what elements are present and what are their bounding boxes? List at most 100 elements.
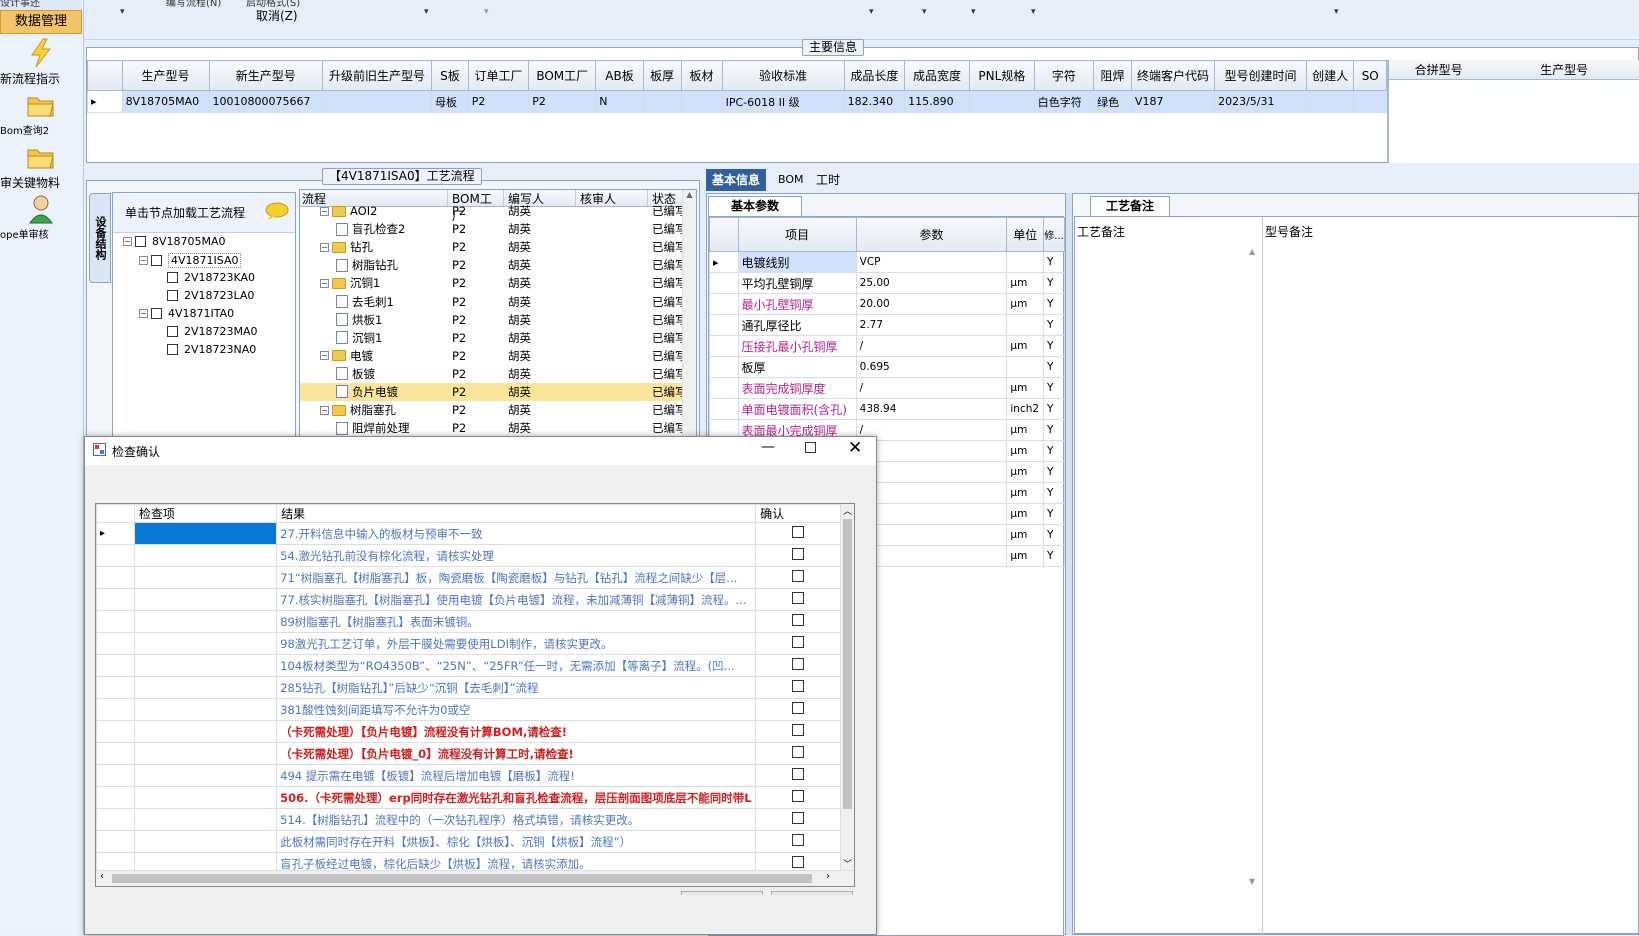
tree-checkbox[interactable] — [151, 255, 162, 266]
param-row[interactable]: 压接孔最小孔铜厚 / μm Y — [709, 335, 1065, 357]
main-info-cell-17[interactable] — [1305, 90, 1355, 113]
check-item-cell[interactable] — [133, 522, 278, 545]
collapse-icon[interactable]: − — [320, 242, 329, 252]
collapse-icon[interactable]: − — [320, 405, 329, 415]
confirm-checkbox[interactable] — [792, 614, 805, 626]
main-info-col-12[interactable]: PNL规格 — [968, 60, 1035, 91]
check-item-cell[interactable] — [133, 698, 278, 721]
confirm-checkbox[interactable] — [792, 658, 805, 670]
check-row[interactable]: 71“树脂塞孔【树脂塞孔】板，陶瓷磨板【陶瓷磨板】与钻孔【钻孔】流程之间缺少【层… — [96, 566, 841, 589]
tree-node[interactable]: − 4V1871ITA0 — [139, 307, 234, 320]
check-row[interactable]: （卡死需处理）【负片电镀_0】流程没有计算工时,请检查! — [96, 742, 841, 765]
check-item-cell[interactable] — [133, 610, 278, 633]
check-confirm-cell[interactable] — [755, 610, 841, 633]
main-info-cell-6[interactable]: N — [595, 90, 644, 113]
tab-basic-params[interactable]: 基本参数 — [708, 196, 802, 216]
confirm-checkbox[interactable] — [792, 570, 805, 582]
tree-checkbox[interactable] — [135, 236, 146, 247]
process-row[interactable]: 沉铜1 P2 胡英 已编写 — [300, 329, 696, 347]
param-value[interactable]: / — [855, 377, 1008, 399]
main-info-cell-15[interactable]: V187 — [1130, 90, 1216, 113]
check-confirm-cell[interactable] — [755, 786, 841, 809]
check-row[interactable]: 285钻孔【树脂钻孔】”后缺少“沉铜【去毛刺】”流程 — [96, 676, 841, 699]
process-row[interactable]: 负片电镀 P2 胡英 已编写 — [300, 382, 696, 402]
scroll-up-icon[interactable]: ︿ — [841, 504, 854, 517]
check-confirm-cell[interactable] — [755, 544, 841, 567]
tree-node[interactable]: 2V18723NA0 — [155, 343, 256, 356]
process-row[interactable]: 阻焊前处理 P2 胡英 已编写 — [300, 419, 696, 437]
scroll-down-icon[interactable]: ﹀ — [841, 857, 854, 870]
tree-node[interactable]: − 4V1871ISA0 — [139, 253, 242, 268]
param-value[interactable] — [855, 503, 1008, 525]
confirm-checkbox[interactable] — [792, 812, 805, 824]
chevron-down-icon[interactable]: ▾ — [424, 7, 429, 17]
check-confirm-cell[interactable] — [755, 698, 841, 721]
toolbar-edit-process[interactable]: 编写流程(N) — [166, 0, 221, 9]
sidebar-item-bom-query[interactable]: Bom查询2 — [0, 88, 82, 137]
collapse-icon[interactable]: − — [123, 237, 132, 246]
confirm-checkbox[interactable] — [792, 548, 805, 560]
check-item-cell[interactable] — [133, 654, 278, 677]
tree-node[interactable]: 2V18723KA0 — [155, 271, 255, 284]
check-confirm-cell[interactable] — [755, 588, 841, 611]
scroll-thumb[interactable] — [843, 519, 852, 809]
main-info-cell-12[interactable] — [968, 90, 1035, 113]
hscroll-thumb[interactable] — [112, 874, 812, 883]
check-confirm-cell[interactable] — [755, 566, 841, 589]
chevron-down-icon[interactable]: ▾ — [1334, 7, 1339, 17]
main-info-col-6[interactable]: AB板 — [595, 60, 644, 91]
chevron-down-icon[interactable]: ▾ — [922, 7, 927, 17]
main-info-col-5[interactable]: BOM工厂 — [528, 60, 597, 91]
param-value[interactable] — [855, 524, 1008, 546]
check-horizontal-scrollbar[interactable]: ‹ › — [96, 870, 854, 886]
tree-checkbox[interactable] — [167, 326, 178, 337]
main-info-col-3[interactable]: S板 — [431, 60, 469, 91]
param-value[interactable]: / — [855, 419, 1008, 441]
param-value[interactable]: 0 — [855, 440, 1008, 462]
check-confirm-cell[interactable] — [755, 632, 841, 655]
param-value[interactable]: VCP — [855, 251, 1008, 273]
param-value[interactable]: 0.695 — [855, 356, 1008, 378]
check-item-cell[interactable] — [133, 588, 278, 611]
tree-node[interactable]: 2V18723MA0 — [155, 325, 258, 338]
check-item-cell[interactable] — [133, 808, 278, 831]
check-row[interactable]: 514.【树脂钻孔】流程中的（一次钻孔程序）格式填错，请核实更改。 — [96, 808, 841, 831]
main-info-cell-16[interactable]: 2023/5/31 — [1214, 90, 1307, 113]
close-icon[interactable]: ✕ — [848, 438, 862, 458]
tree-checkbox[interactable] — [167, 344, 178, 355]
tab-bom[interactable]: BOM — [772, 169, 810, 191]
scroll-right-icon[interactable]: › — [826, 871, 830, 882]
check-confirm-cell[interactable] — [755, 654, 841, 677]
check-item-cell[interactable] — [133, 632, 278, 655]
main-info-cell-0[interactable]: 8V18705MA0 — [121, 90, 210, 113]
check-row[interactable]: 77.核实树脂塞孔【树脂塞孔】使用电镀【负片电镀】流程，未加减薄铜【减薄铜】流程… — [96, 588, 841, 611]
process-row[interactable]: 去毛刺1 P2 胡英 已编写 — [300, 292, 696, 310]
param-value[interactable]: 438.94 — [855, 398, 1008, 420]
process-row[interactable]: − 树脂塞孔 P2 胡英 已编写 — [300, 401, 696, 419]
chevron-down-icon[interactable]: ▾ — [120, 7, 125, 17]
scroll-up-icon[interactable]: ▲ — [1249, 247, 1255, 256]
main-info-cell-7[interactable] — [642, 90, 682, 113]
scroll-up-icon[interactable]: ▲ — [683, 190, 696, 199]
collapse-icon[interactable]: − — [320, 278, 329, 288]
param-value[interactable] — [855, 482, 1008, 504]
maximize-icon[interactable] — [805, 442, 816, 453]
tree-node[interactable]: 2V18723LA0 — [155, 289, 254, 302]
main-info-col-1[interactable]: 新生产型号 — [208, 60, 323, 91]
tree-checkbox[interactable] — [151, 308, 162, 319]
side-tab-equipment-structure[interactable]: 设备结构 — [89, 193, 111, 283]
check-confirm-cell[interactable] — [755, 522, 841, 545]
check-item-cell[interactable] — [133, 764, 278, 787]
process-vertical-scrollbar[interactable]: ▲ — [682, 190, 696, 437]
sidebar-item-new-process[interactable]: 新流程指示 — [0, 36, 82, 87]
check-row[interactable]: 54.激光钻孔前没有棕化流程，请核实处理 — [96, 544, 841, 567]
process-row[interactable]: 板镀 P2 胡英 已编写 — [300, 365, 696, 383]
main-info-cell-5[interactable]: P2 — [528, 90, 597, 113]
check-item-cell[interactable] — [133, 786, 278, 809]
process-notes-column[interactable]: 工艺备注 — [1075, 217, 1263, 935]
check-item-cell[interactable] — [133, 544, 278, 567]
check-row[interactable]: 381酸性蚀刻间距填写不允许为0或空 — [96, 698, 841, 721]
main-info-col-2[interactable]: 升级前旧生产型号 — [321, 60, 433, 91]
param-row[interactable]: ▸ 电镀线别 VCP Y — [709, 251, 1065, 273]
tab-basic-info[interactable]: 基本信息 — [706, 169, 767, 191]
